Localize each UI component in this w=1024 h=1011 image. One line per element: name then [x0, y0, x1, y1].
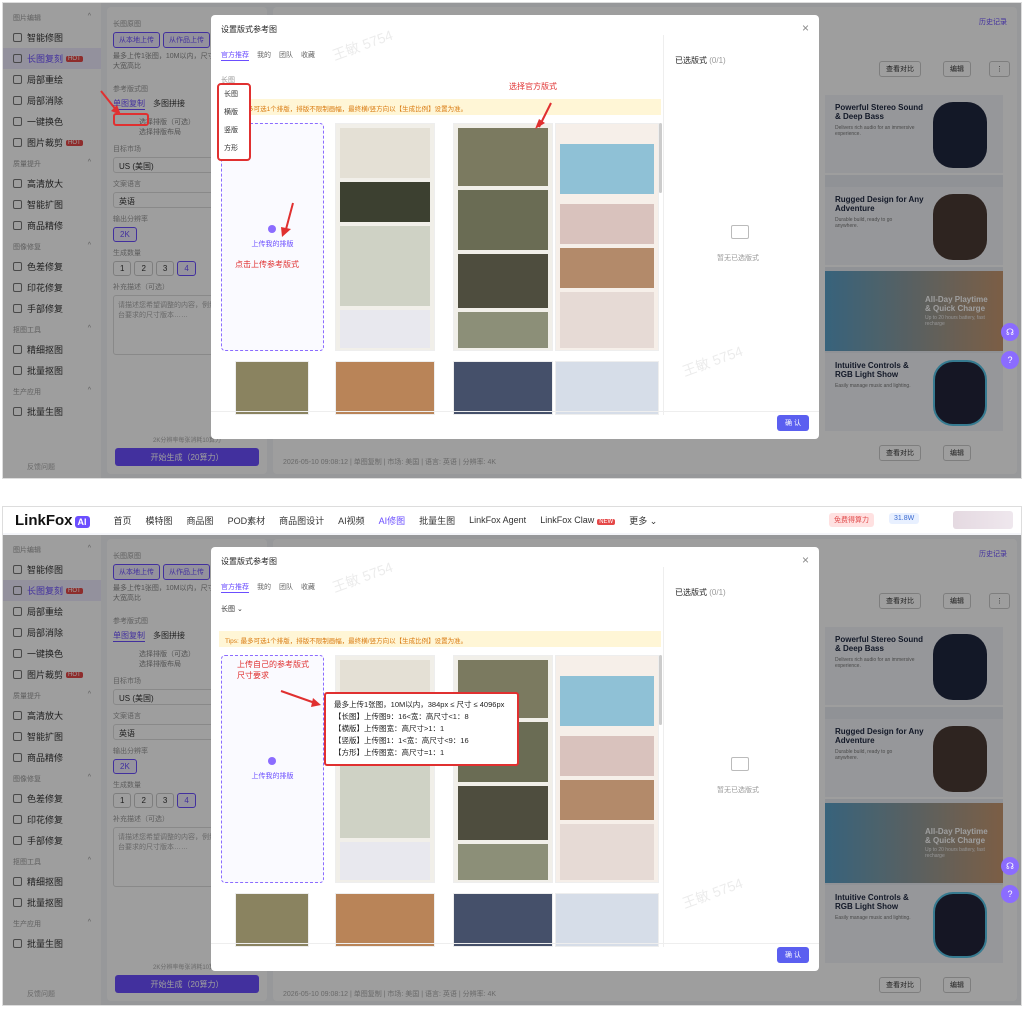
layout-thumb[interactable]: [453, 655, 553, 883]
nav-claw[interactable]: LinkFox Claw NEW: [540, 515, 616, 525]
arrow-icon: [281, 202, 294, 237]
screenshot-2: LinkFox AI 首页 模特图 商品图 POD素材 商品图设计 AI视频 AI…: [2, 506, 1022, 1006]
tab-team[interactable]: 团队: [279, 582, 293, 593]
tab-official[interactable]: 官方推荐: [221, 582, 249, 593]
layout-thumb[interactable]: [453, 361, 553, 415]
annotation-click-upload: 点击上传参考版式: [235, 260, 299, 269]
option-long[interactable]: 长图: [219, 85, 249, 103]
confirm-button[interactable]: 确 认: [777, 947, 809, 963]
modal-tabs: 官方推荐 我的 团队 收藏: [221, 50, 315, 61]
layout-thumb[interactable]: [555, 893, 659, 947]
tip-bar: Tips: 最多可选1个排版，排版不限制画幅，最终横/竖方向以【生成比例】设置为…: [219, 631, 661, 647]
layout-thumb[interactable]: [235, 893, 309, 947]
spec-line: 【方形】上传图宽：高尺寸=1：1: [334, 748, 445, 757]
selected-title: 已选版式 (0/1): [675, 56, 726, 65]
option-portrait[interactable]: 竖版: [219, 121, 249, 139]
nav-retouch[interactable]: AI修图: [379, 514, 406, 527]
nav-home[interactable]: 首页: [114, 514, 132, 527]
spec-line: 【长图】上传图9：16<宽：高尺寸<1：8: [334, 712, 469, 721]
empty-text: 暂无已选版式: [717, 787, 759, 794]
layout-thumb[interactable]: [453, 123, 553, 351]
logo[interactable]: LinkFox AI: [15, 512, 90, 529]
tab-mine[interactable]: 我的: [257, 50, 271, 61]
layout-thumb[interactable]: [235, 361, 309, 415]
help-icon[interactable]: ?: [1001, 351, 1019, 369]
empty-box-icon: [731, 225, 749, 239]
dropdown-menu: 长图 横版 竖版 方形: [217, 83, 251, 161]
modal-title: 设置版式参考图: [221, 557, 277, 566]
nav-product[interactable]: 商品图: [187, 514, 214, 527]
free-credits-button[interactable]: 免费得算力: [829, 513, 874, 527]
tab-favorites[interactable]: 收藏: [301, 50, 315, 61]
tip-bar: Tips: 最多可选1个排版，排版不限制画幅，最终横/竖方向以【生成比例】设置为…: [219, 99, 661, 115]
plus-icon: [268, 225, 276, 233]
top-nav: LinkFox AI 首页 模特图 商品图 POD素材 商品图设计 AI视频 AI…: [3, 507, 1021, 533]
layout-modal: 设置版式参考图 × 官方推荐 我的 团队 收藏 长图 长图 横版 竖版 方形 T…: [211, 15, 819, 439]
modal-footer: [211, 411, 819, 439]
empty-box-icon: [731, 757, 749, 771]
size-requirements: 最多上传1张图，10M以内，384px ≤ 尺寸 ≤ 4096px 【长图】上传…: [324, 692, 519, 766]
tab-favorites[interactable]: 收藏: [301, 582, 315, 593]
modal-title: 设置版式参考图: [221, 25, 277, 34]
nav-agent[interactable]: LinkFox Agent: [469, 515, 526, 525]
screenshot-1: 图片编辑 ^ 智能修图 长图复刻 HOT 局部重绘 局部消除 一键换色 图片裁剪 HO…: [2, 2, 1022, 479]
layout-thumb[interactable]: [335, 655, 435, 883]
confirm-button[interactable]: 确 认: [777, 415, 809, 431]
spec-line: 最多上传1张图，10M以内，384px ≤ 尺寸 ≤ 4096px: [334, 700, 505, 709]
credit-balance[interactable]: 31.8W: [889, 513, 920, 524]
layout-thumb[interactable]: [555, 123, 659, 351]
page-body: 图片编辑 ^ 智能修图 长图复刻 HOT 局部重绘 局部消除 一键换色 图片裁剪 HO…: [3, 535, 1021, 1005]
help-icon[interactable]: ?: [1001, 885, 1019, 903]
watermark: 王敏 5754: [330, 558, 395, 596]
close-icon[interactable]: ×: [802, 21, 809, 35]
nav-design[interactable]: 商品图设计: [279, 514, 324, 527]
plus-icon: [268, 757, 276, 765]
layout-thumb[interactable]: [335, 893, 435, 947]
modal-tabs: 官方推荐 我的 团队 收藏: [221, 582, 315, 593]
watermark: 王敏 5754: [680, 342, 745, 380]
nav-pod[interactable]: POD素材: [228, 514, 266, 527]
layout-thumb[interactable]: [335, 123, 435, 351]
upload-label: 上传我的排版: [251, 773, 294, 780]
arrow-icon: [535, 102, 552, 129]
layout-thumb[interactable]: [335, 361, 435, 415]
tab-team[interactable]: 团队: [279, 50, 293, 61]
nav-more[interactable]: 更多 ⌄: [629, 514, 657, 527]
support-icon[interactable]: ☊: [1001, 857, 1019, 875]
annotation-select-official: 选择官方版式: [509, 82, 557, 91]
avatar[interactable]: [953, 511, 1013, 529]
nav-model[interactable]: 模特图: [146, 514, 173, 527]
spec-line: 【横版】上传图宽：高尺寸>1：1: [334, 724, 445, 733]
nav-batch[interactable]: 批量生图: [419, 514, 455, 527]
layout-modal: 设置版式参考图 × 官方推荐 我的 团队 收藏 长图 ⌄ Tips: 最多可选1…: [211, 547, 819, 971]
tab-official[interactable]: 官方推荐: [221, 50, 249, 61]
selected-title: 已选版式 (0/1): [675, 588, 726, 597]
spec-line: 【竖版】上传图1：1<宽：高尺寸<9：16: [334, 736, 469, 745]
scrollbar[interactable]: [659, 123, 662, 193]
layout-thumb[interactable]: [453, 893, 553, 947]
annotation-box: [113, 113, 149, 126]
layout-dropdown[interactable]: 长图 ⌄: [221, 604, 243, 614]
modal-footer: [211, 943, 819, 971]
close-icon[interactable]: ×: [802, 553, 809, 567]
watermark: 王敏 5754: [680, 874, 745, 912]
empty-text: 暂无已选版式: [717, 255, 759, 262]
option-landscape[interactable]: 横版: [219, 103, 249, 121]
arrow-icon: [280, 690, 321, 707]
divider: [663, 35, 664, 415]
scrollbar[interactable]: [659, 655, 662, 725]
upload-label: 上传我的排版: [251, 241, 294, 248]
option-square[interactable]: 方形: [219, 139, 249, 157]
support-icon[interactable]: ☊: [1001, 323, 1019, 341]
layout-thumb[interactable]: [555, 655, 659, 883]
layout-thumb[interactable]: [555, 361, 659, 415]
watermark: 王敏 5754: [330, 26, 395, 64]
divider: [663, 567, 664, 947]
tab-mine[interactable]: 我的: [257, 582, 271, 593]
annotation-own-ref: 上传自己的参考版式 尺寸要求: [237, 660, 309, 680]
nav-video[interactable]: AI视频: [338, 514, 365, 527]
